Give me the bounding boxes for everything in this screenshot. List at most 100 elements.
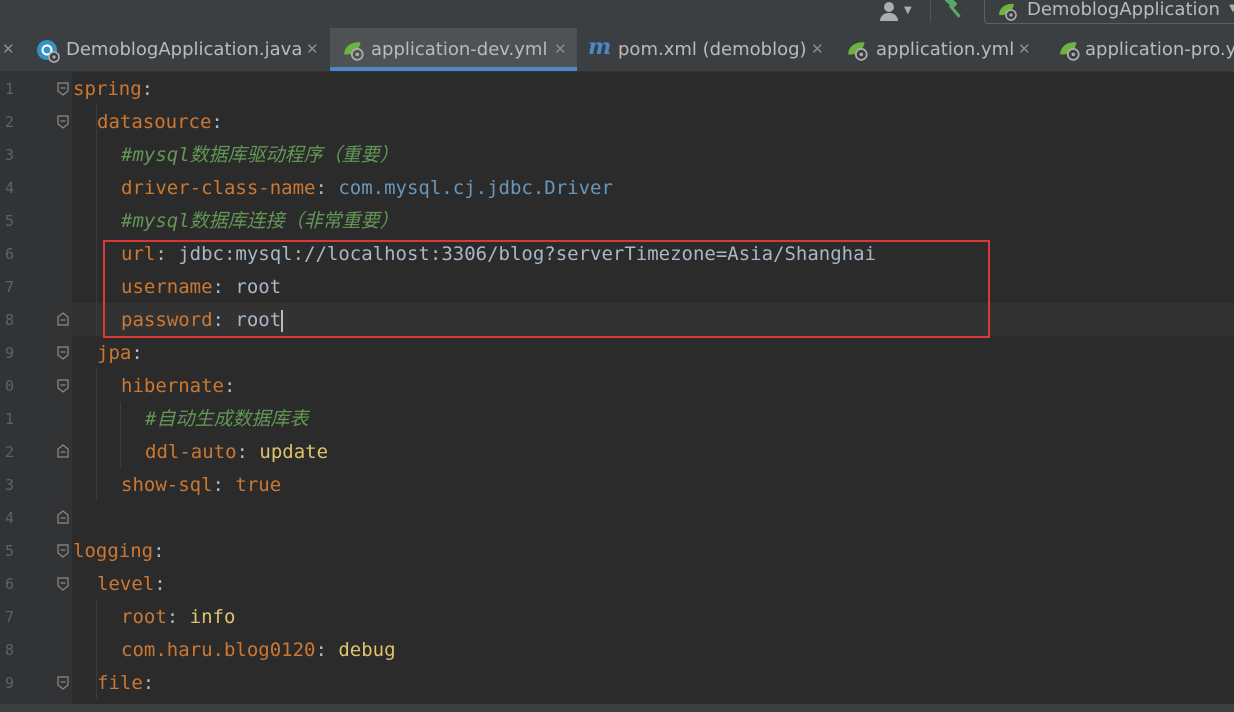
code-line[interactable]: ddl-auto: update <box>145 436 328 469</box>
tab-pom-xml[interactable]: m pom.xml (demoblog) ✕ <box>578 28 832 71</box>
tab-demoblog-application-java[interactable]: DemoblogApplication.java ✕ <box>26 28 328 71</box>
line-number: 8 <box>4 641 14 659</box>
line-number: 6 <box>4 245 14 263</box>
tab-label: application-pro.y <box>1085 39 1234 60</box>
yaml-colon: : <box>131 342 143 364</box>
code-line[interactable]: #mysql数据库连接（非常重要） <box>121 205 399 238</box>
close-icon[interactable]: ✕ <box>554 40 567 58</box>
code-line[interactable]: logging: <box>73 535 165 568</box>
fold-open-icon[interactable] <box>57 82 69 96</box>
yaml-colon: : <box>142 672 155 694</box>
line-number: 2 <box>4 113 14 131</box>
code-line[interactable]: #mysql数据库驱动程序（重要） <box>121 139 399 172</box>
tab-application-dev-yml[interactable]: application-dev.yml ✕ <box>330 28 577 71</box>
active-tab-indicator <box>330 67 577 71</box>
code-line[interactable]: datasource: <box>97 106 223 139</box>
code-line[interactable]: driver-class-name: com.mysql.cj.jdbc.Dri… <box>121 172 613 205</box>
fold-open-icon[interactable] <box>57 115 69 129</box>
yaml-key: ddl-auto <box>145 441 237 463</box>
tab-label: pom.xml (demoblog) <box>618 39 807 60</box>
line-number: 8 <box>4 311 14 329</box>
yaml-value: com.mysql.cj.jdbc.Driver <box>338 177 613 199</box>
tab-close-previous[interactable]: ✕ <box>0 28 24 71</box>
yaml-colon: : <box>315 639 339 661</box>
yaml-colon: : <box>141 78 154 100</box>
code-line[interactable]: spring: <box>73 73 153 106</box>
code-line[interactable]: hibernate: <box>121 370 235 403</box>
yaml-colon: : <box>154 573 166 595</box>
fold-open-icon[interactable] <box>57 676 69 690</box>
line-number: 7 <box>4 278 14 296</box>
line-number: 1 <box>4 410 14 428</box>
yaml-key: driver-class-name <box>121 177 316 199</box>
line-number: 2 <box>4 443 14 461</box>
fold-close-icon[interactable] <box>57 312 69 326</box>
user-account-icon[interactable]: ▼ <box>878 0 918 24</box>
yaml-value: update <box>259 441 329 463</box>
line-number: 5 <box>4 542 14 560</box>
code-line[interactable]: #自动生成数据库表 <box>145 403 308 436</box>
build-hammer-icon[interactable] <box>942 0 966 21</box>
line-number: 5 <box>4 212 14 230</box>
yaml-key: file <box>97 672 143 694</box>
fold-close-icon[interactable] <box>57 510 69 524</box>
indent-guide <box>96 369 97 501</box>
code-line[interactable]: level: <box>97 568 166 601</box>
code-line[interactable]: show-sql: true <box>121 469 281 502</box>
annotation-highlight-box <box>103 240 990 338</box>
fold-open-icon[interactable] <box>57 379 69 393</box>
tab-application-pro-yml[interactable]: application-pro.y <box>1046 28 1234 71</box>
close-icon[interactable]: ✕ <box>306 40 319 58</box>
tab-label: DemoblogApplication.java <box>66 39 303 60</box>
yaml-key: hibernate <box>121 375 224 397</box>
fold-open-icon[interactable] <box>57 544 69 558</box>
close-icon[interactable]: ✕ <box>1018 40 1031 58</box>
line-number: 3 <box>4 146 14 164</box>
ide-window: ▼ DemoblogApplication ▼ ✕ DemoblogApplic… <box>0 0 1234 712</box>
code-line[interactable]: file: <box>97 667 154 700</box>
spring-icon <box>846 39 870 65</box>
yaml-colon: : <box>166 606 190 628</box>
yaml-key: root <box>121 606 167 628</box>
yaml-key: datasource <box>97 111 212 133</box>
main-toolbar: ▼ DemoblogApplication ▼ <box>0 0 1234 28</box>
run-configuration-name: DemoblogApplication <box>1027 0 1220 20</box>
fold-open-icon[interactable] <box>57 346 69 360</box>
yaml-colon: : <box>153 540 165 562</box>
spring-icon <box>1058 39 1082 65</box>
yaml-colon: : <box>211 111 223 133</box>
close-icon[interactable]: ✕ <box>811 40 824 58</box>
yaml-key: show-sql <box>121 474 213 496</box>
line-number: 1 <box>4 80 14 98</box>
yaml-colon: : <box>315 177 339 199</box>
code-line[interactable]: com.haru.blog0120: debug <box>121 634 396 667</box>
yaml-colon: : <box>212 474 236 496</box>
line-number: 7 <box>4 608 14 626</box>
line-number: 9 <box>4 674 14 692</box>
toolbar-separator <box>930 0 931 22</box>
maven-icon: m <box>588 34 612 60</box>
code-line[interactable]: root: info <box>121 601 235 634</box>
line-number: 0 <box>4 377 14 395</box>
code-editor[interactable]: 1 2 3 4 5 6 7 8 9 0 1 2 3 4 5 6 7 8 9 sp… <box>0 72 1234 712</box>
yaml-comment: #自动生成数据库表 <box>145 408 309 430</box>
close-icon[interactable]: ✕ <box>2 40 15 58</box>
line-number: 9 <box>4 344 14 362</box>
tab-label: application.yml <box>876 39 1015 60</box>
chevron-down-icon: ▼ <box>1229 3 1234 14</box>
line-number: 4 <box>4 509 14 527</box>
yaml-key: com.haru.blog0120 <box>121 639 316 661</box>
spring-icon <box>997 1 1019 25</box>
fold-close-icon[interactable] <box>57 444 69 458</box>
code-line[interactable]: jpa: <box>97 337 143 370</box>
run-configuration-selector[interactable]: DemoblogApplication ▼ <box>984 0 1234 24</box>
yaml-colon: : <box>223 375 236 397</box>
indent-guide <box>120 402 121 468</box>
line-number-gutter[interactable]: 1 2 3 4 5 6 7 8 9 0 1 2 3 4 5 6 7 8 9 <box>0 72 72 712</box>
yaml-value: true <box>235 474 282 496</box>
tab-application-yml[interactable]: application.yml ✕ <box>834 28 1044 71</box>
yaml-comment: #mysql数据库连接（非常重要） <box>121 210 399 232</box>
line-number: 3 <box>4 476 14 494</box>
fold-open-icon[interactable] <box>57 577 69 591</box>
tab-label: application-dev.yml <box>371 39 548 60</box>
